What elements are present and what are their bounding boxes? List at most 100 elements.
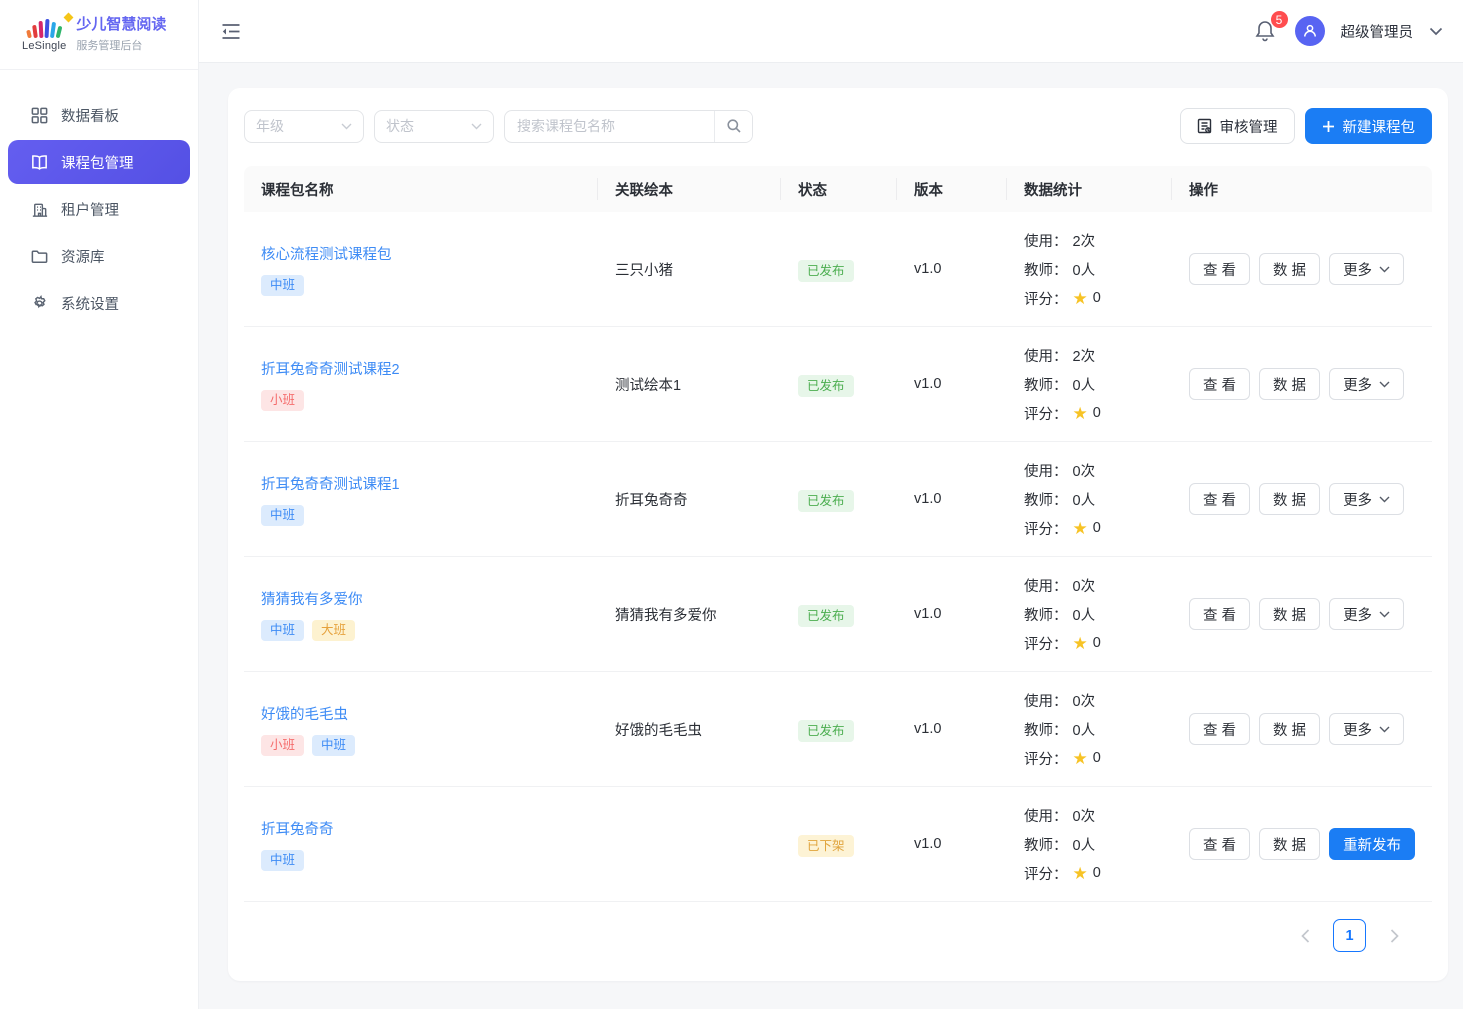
data-button[interactable]: 数 据 (1259, 828, 1320, 860)
more-button[interactable]: 更多 (1329, 368, 1404, 400)
version-cell: v1.0 (897, 721, 1007, 737)
gear-icon (30, 294, 49, 313)
create-package-button[interactable]: 新建课程包 (1305, 108, 1433, 144)
search-icon[interactable] (714, 111, 752, 142)
menu-fold-icon[interactable] (221, 19, 245, 43)
book-cell: 好饿的毛毛虫 (598, 719, 781, 740)
prev-page-icon[interactable] (1291, 922, 1319, 950)
review-manage-label: 审核管理 (1220, 116, 1278, 137)
more-button[interactable]: 更多 (1329, 713, 1404, 745)
brand-header: LeSingle 少儿智慧阅读 服务管理后台 (0, 0, 198, 70)
stats-cell: 使用：2次 教师：0人 评分：★0 (1007, 345, 1172, 424)
app-subtitle: 服务管理后台 (76, 37, 166, 53)
version-cell: v1.0 (897, 836, 1007, 852)
brand-logo-text: LeSingle (22, 40, 66, 52)
more-button[interactable]: 更多 (1329, 598, 1404, 630)
status-badge: 已发布 (798, 260, 854, 282)
usage-value: 0次 (1073, 805, 1096, 826)
page-number[interactable]: 1 (1333, 919, 1366, 952)
data-button[interactable]: 数 据 (1259, 253, 1320, 285)
status-select[interactable]: 状态 (374, 110, 494, 143)
status-badge: 已下架 (798, 835, 854, 857)
view-button[interactable]: 查 看 (1189, 598, 1250, 630)
view-button[interactable]: 查 看 (1189, 828, 1250, 860)
chevron-down-icon (341, 123, 352, 130)
course-package-table: 课程包名称 关联绘本 状态 版本 数据统计 操作 核心流程测试课程包 中班 (244, 166, 1432, 902)
pagination: 1 (244, 902, 1432, 952)
content: 年级 状态 (199, 63, 1463, 1009)
sidebar-item-settings[interactable]: 系统设置 (8, 281, 190, 325)
star-icon: ★ (1073, 520, 1088, 537)
teachers-value: 0人 (1073, 604, 1096, 625)
course-package-link[interactable]: 折耳兔奇奇测试课程2 (261, 358, 400, 379)
grade-tag: 中班 (261, 620, 304, 641)
next-page-icon[interactable] (1380, 922, 1408, 950)
sidebar-item-course-packages[interactable]: 课程包管理 (8, 140, 190, 184)
view-button[interactable]: 查 看 (1189, 368, 1250, 400)
star-icon: ★ (1073, 865, 1088, 882)
chevron-down-icon (1379, 496, 1390, 503)
data-button[interactable]: 数 据 (1259, 483, 1320, 515)
status-select-placeholder: 状态 (386, 116, 414, 136)
usage-value: 0次 (1073, 690, 1096, 711)
star-icon: ★ (1073, 290, 1088, 307)
sidebar-item-dashboard[interactable]: 数据看板 (8, 93, 190, 137)
view-button[interactable]: 查 看 (1189, 713, 1250, 745)
grade-tag: 中班 (261, 505, 304, 526)
data-button[interactable]: 数 据 (1259, 368, 1320, 400)
brand-text: 少儿智慧阅读 服务管理后台 (76, 16, 166, 53)
grade-tag: 中班 (261, 275, 304, 296)
col-book: 关联绘本 (598, 179, 781, 200)
table-row: 核心流程测试课程包 中班 三只小猪 已发布 v1.0 使用：2次 教师：0人 评… (244, 212, 1432, 327)
book-cell: 三只小猪 (598, 259, 781, 280)
teachers-value: 0人 (1073, 374, 1096, 395)
book-cell: 折耳兔奇奇 (598, 489, 781, 510)
grade-tag: 小班 (261, 390, 304, 411)
app-root: LeSingle 少儿智慧阅读 服务管理后台 数据看板 (0, 0, 1463, 1009)
republish-button[interactable]: 重新发布 (1329, 828, 1415, 860)
user-avatar[interactable] (1295, 16, 1325, 46)
more-button[interactable]: 更多 (1329, 253, 1404, 285)
sidebar-item-label: 系统设置 (61, 293, 119, 314)
more-button[interactable]: 更多 (1329, 483, 1404, 515)
star-icon: ★ (1073, 750, 1088, 767)
stats-cell: 使用：0次 教师：0人 评分：★0 (1007, 460, 1172, 539)
review-manage-button[interactable]: 审核管理 (1180, 108, 1295, 144)
sidebar-item-resources[interactable]: 资源库 (8, 234, 190, 278)
rating-value: 0 (1093, 635, 1101, 651)
user-menu-chevron-down-icon[interactable] (1429, 27, 1443, 36)
star-icon: ★ (1073, 405, 1088, 422)
notification-bell-icon[interactable]: 5 (1253, 18, 1279, 44)
teachers-value: 0人 (1073, 834, 1096, 855)
create-package-label: 新建课程包 (1343, 116, 1416, 137)
table-row: 折耳兔奇奇 中班 已下架 v1.0 使用：0次 教师：0人 评分：★0 (244, 787, 1432, 902)
grade-tag: 中班 (261, 850, 304, 871)
col-version: 版本 (897, 179, 1007, 200)
topbar: 5 超级管理员 (199, 0, 1463, 63)
table-row: 好饿的毛毛虫 小班 中班 好饿的毛毛虫 已发布 v1.0 使用：0次 教师：0人 (244, 672, 1432, 787)
course-package-link[interactable]: 好饿的毛毛虫 (261, 703, 348, 724)
main-area: 5 超级管理员 年级 (199, 0, 1463, 1009)
course-package-link[interactable]: 核心流程测试课程包 (261, 243, 392, 264)
search-input[interactable] (505, 111, 714, 142)
rating-value: 0 (1093, 290, 1101, 306)
sidebar-item-tenants[interactable]: 租户管理 (8, 187, 190, 231)
course-package-link[interactable]: 折耳兔奇奇测试课程1 (261, 473, 400, 494)
status-badge: 已发布 (798, 490, 854, 512)
grade-select[interactable]: 年级 (244, 110, 364, 143)
data-button[interactable]: 数 据 (1259, 598, 1320, 630)
col-actions: 操作 (1172, 179, 1432, 200)
usage-value: 0次 (1073, 575, 1096, 596)
course-package-link[interactable]: 折耳兔奇奇 (261, 818, 334, 839)
data-button[interactable]: 数 据 (1259, 713, 1320, 745)
book-icon (30, 153, 49, 172)
version-cell: v1.0 (897, 606, 1007, 622)
grade-tag: 大班 (312, 620, 355, 641)
view-button[interactable]: 查 看 (1189, 483, 1250, 515)
view-button[interactable]: 查 看 (1189, 253, 1250, 285)
sidebar-item-label: 资源库 (61, 246, 105, 267)
sidebar: LeSingle 少儿智慧阅读 服务管理后台 数据看板 (0, 0, 199, 1009)
grade-select-placeholder: 年级 (256, 116, 284, 136)
chevron-down-icon (1379, 266, 1390, 273)
course-package-link[interactable]: 猜猜我有多爱你 (261, 588, 363, 609)
